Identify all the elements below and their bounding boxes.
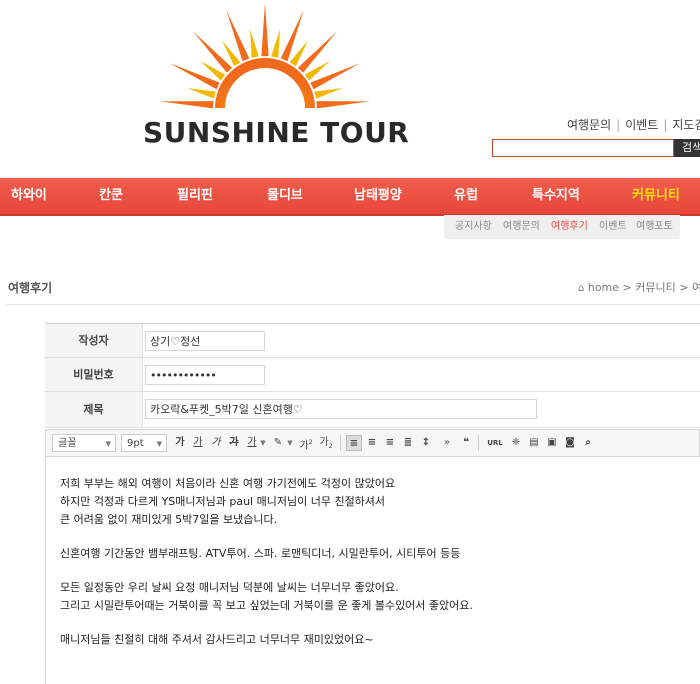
media-icon[interactable]: ◙ <box>562 435 578 451</box>
subscript-label: 가 <box>319 437 329 448</box>
editor-line: 그리고 시밀란투어때는 거북이를 꼭 보고 싶었는데 거북이를 운 좋게 볼수있… <box>60 599 473 612</box>
password-row: 비밀번호 •••••••••••• <box>45 358 700 392</box>
chevron-down-icon[interactable]: ▼ <box>286 435 294 451</box>
editor-body[interactable]: 저희 부부는 해외 여행이 처음이라 신혼 여행 가기전에도 걱정이 많았어요 … <box>45 457 700 684</box>
sun-ray <box>271 29 280 58</box>
align-right-icon[interactable]: ≡ <box>382 435 398 451</box>
chevron-down-icon: ▼ <box>105 440 111 448</box>
search-icon[interactable]: ⌕ <box>580 435 596 451</box>
editor-line: 매니저님들 친절히 대해 주셔서 감사드리고 너무너무 재미있었어요~ <box>60 633 374 646</box>
subnav-item-inquiry[interactable]: 여행문의 <box>503 215 540 239</box>
editor-line: 모든 일정동안 우리 날씨 요정 매니저님 덕분에 날씨는 너무너무 좋았어요. <box>60 581 399 594</box>
home-icon: ⌂ <box>578 283 585 294</box>
sun-ray <box>250 29 259 58</box>
highlight-color-icon[interactable]: ✎ <box>270 435 286 451</box>
editor-line: 큰 어려움 없이 재미있게 5박7일을 보냈습니다. <box>60 513 278 526</box>
sun-ray <box>169 63 220 90</box>
strikethrough-button[interactable]: 가 <box>226 435 242 451</box>
superscript-button[interactable]: 가2 <box>298 435 314 451</box>
align-center-icon[interactable]: ≡ <box>364 435 380 451</box>
nav-item-south-pacific[interactable]: 남태평양 <box>354 178 402 214</box>
top-link-inquiry[interactable]: 여행문의 <box>567 118 611 132</box>
italic-button[interactable]: 가 <box>208 435 224 451</box>
editor-line: 하지만 걱정과 다르게 YS매니저님과 paul 매니저님이 너무 친절하셔서 <box>60 495 386 508</box>
sub-nav: 공지사항 여행문의 여행후기 이벤트 여행포토 <box>444 215 680 239</box>
special-char-icon[interactable]: ❈ <box>508 435 524 451</box>
breadcrumb-text: home > 커뮤니티 > 여행후기 <box>587 281 700 294</box>
quote-button[interactable]: ❝ <box>458 435 474 451</box>
subnav-item-event[interactable]: 이벤트 <box>599 215 627 239</box>
search-button[interactable]: 검색 <box>674 139 700 157</box>
bold-button[interactable]: 가 <box>172 435 188 451</box>
sun-ray <box>261 3 269 57</box>
review-form: 작성자 상기♡정선 비밀번호 •••••••••••• 제목 카오락&푸켓_5박… <box>45 323 700 428</box>
logo-text: SUNSHINE TOUR <box>143 116 410 149</box>
search-input[interactable] <box>492 139 674 157</box>
sun-ray <box>193 31 233 73</box>
breadcrumb: ⌂ home > 커뮤니티 > 여행후기 <box>578 279 700 295</box>
line-height-icon[interactable]: ↕ <box>418 435 434 451</box>
sun-ray <box>314 88 343 99</box>
nav-item-community[interactable]: 커뮤니티 <box>632 178 680 214</box>
subscript-button[interactable]: 가2 <box>318 435 334 451</box>
sun-ray <box>316 101 370 109</box>
sun-ray <box>187 88 216 99</box>
toolbar-divider <box>478 435 479 451</box>
subject-label: 제목 <box>45 392 143 427</box>
subject-row: 제목 카오락&푸켓_5박7일 신혼여행♡ <box>45 392 700 428</box>
password-label: 비밀번호 <box>45 358 143 391</box>
font-select[interactable]: 글꼴 ▼ <box>52 434 116 452</box>
font-size-value: 9pt <box>127 438 144 449</box>
toolbar-divider <box>340 435 341 451</box>
password-field[interactable]: •••••••••••• <box>145 365 265 385</box>
top-link-event[interactable]: 이벤트 <box>625 118 658 132</box>
nav-item-maldives[interactable]: 몰디브 <box>267 178 303 214</box>
subnav-item-notice[interactable]: 공지사항 <box>455 215 492 239</box>
font-color-button[interactable]: 가 <box>244 435 260 451</box>
chevron-down-icon[interactable]: ▼ <box>259 435 267 451</box>
subnav-item-reviews[interactable]: 여행후기 <box>551 215 588 239</box>
font-select-value: 글꼴 <box>58 438 77 449</box>
more-icon[interactable]: » <box>439 435 455 451</box>
nav-item-philippines[interactable]: 필리핀 <box>177 178 213 214</box>
author-label: 작성자 <box>45 324 143 357</box>
superscript-label: 가 <box>299 440 309 452</box>
chevron-down-icon: ▼ <box>156 440 162 448</box>
author-row: 작성자 상기♡정선 <box>45 324 700 358</box>
sun-ray <box>160 101 214 109</box>
page-title: 여행후기 <box>8 281 53 295</box>
align-justify-icon[interactable]: ≣ <box>400 435 416 451</box>
nav-item-hawaii[interactable]: 하와이 <box>11 178 47 214</box>
author-field[interactable]: 상기♡정선 <box>145 331 265 351</box>
nav-item-cancun[interactable]: 칸쿤 <box>99 178 123 214</box>
editor-line: 신혼여행 기간동안 뱀부래프팅. ATV투어. 스파. 로맨틱디너, 시밀란투어… <box>60 547 461 560</box>
top-link-map-search[interactable]: 지도검색 <box>672 118 700 132</box>
font-size-select[interactable]: 9pt ▼ <box>121 434 167 452</box>
main-nav: 하와이 칸쿤 필리핀 몰디브 남태평양 유럽 특수지역 커뮤니티 <box>0 178 700 216</box>
sun-ray <box>310 63 361 90</box>
underline-button[interactable]: 가 <box>190 435 206 451</box>
table-icon[interactable]: ▤ <box>526 435 542 451</box>
subject-field[interactable]: 카오락&푸켓_5박7일 신혼여행♡ <box>145 399 537 419</box>
nav-item-special-regions[interactable]: 특수지역 <box>532 178 580 214</box>
url-button[interactable]: URL <box>484 435 506 451</box>
divider <box>6 304 700 305</box>
editor-line: 저희 부부는 해외 여행이 처음이라 신혼 여행 가기전에도 걱정이 많았어요 <box>60 477 396 490</box>
editor-toolbar: 글꼴 ▼ 9pt ▼ 가 가 가 가 가 ▼ ✎ ▼ 가2 가2 ≡ ≡ ≡ ≣… <box>45 429 700 457</box>
nav-item-europe[interactable]: 유럽 <box>454 178 478 214</box>
image-icon[interactable]: ▣ <box>544 435 560 451</box>
top-links: 여행문의|이벤트|지도검색 <box>567 116 700 133</box>
sun-ray <box>297 31 337 73</box>
subnav-item-photos[interactable]: 여행포토 <box>636 215 673 239</box>
align-left-icon[interactable]: ≡ <box>346 435 362 451</box>
